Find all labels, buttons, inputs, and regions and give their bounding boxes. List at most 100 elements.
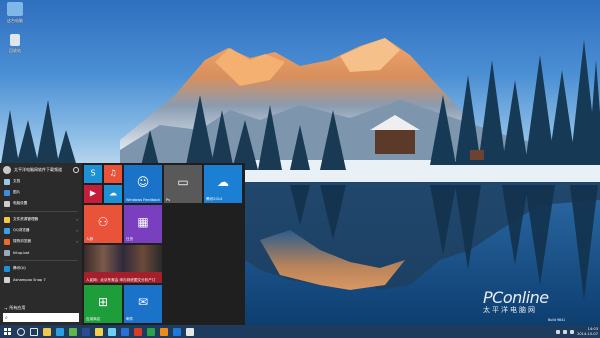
desktop-icon-this-pc[interactable]: 这台电脑: [0, 2, 30, 23]
menu-separator: [4, 211, 78, 212]
start-menu-item[interactable]: QQ浏览器 ›: [0, 225, 82, 236]
browser-icon: [4, 227, 10, 234]
menu-separator: [4, 260, 78, 261]
taskbar-app-button[interactable]: [92, 325, 105, 338]
start-button[interactable]: [0, 325, 14, 338]
tile-folder[interactable]: ▭ Ps: [164, 165, 202, 203]
tile-label: Windows Feedback: [126, 198, 161, 202]
tile-mail[interactable]: ✉ 邮件: [124, 285, 162, 323]
watermark: PConline 太平洋电脑网: [483, 288, 598, 322]
app-icon: [185, 327, 194, 336]
start-menu-item[interactable]: 文档: [0, 176, 82, 187]
browser-icon: [4, 238, 10, 245]
computer-icon: [7, 2, 23, 16]
chevron-right-icon[interactable]: ›: [76, 217, 78, 222]
desktop-icon-recycle-bin[interactable]: 回收站: [0, 34, 30, 53]
tile-label: 邮件: [126, 317, 134, 321]
explorer-icon: [42, 327, 51, 336]
tile-skype[interactable]: S: [84, 165, 102, 183]
taskbar-app-button[interactable]: [79, 325, 92, 338]
user-account[interactable]: 太平洋电脑网软件下载频道: [0, 163, 82, 176]
build-text: Build 9841: [548, 318, 566, 322]
app-icon: [146, 327, 155, 336]
app-icon: [120, 327, 129, 336]
chevron-right-icon[interactable]: ›: [76, 228, 78, 233]
start-menu-item-label: hitup.bat: [13, 250, 30, 255]
arrow-right-icon: →: [4, 305, 8, 311]
onedrive-icon: ☁: [109, 188, 117, 198]
start-menu-item-label: 图片: [13, 190, 21, 194]
store-icon: ⊞: [97, 295, 109, 310]
start-menu-item[interactable]: 图片: [0, 187, 82, 198]
snap-icon: [4, 276, 10, 283]
tile-calendar[interactable]: ▦ 日历: [124, 205, 162, 243]
app-icon: [107, 327, 116, 336]
start-menu-item-label: 文件资源管理器: [13, 217, 39, 221]
taskbar-app-button[interactable]: [105, 325, 118, 338]
recycle-bin-icon: [10, 34, 20, 46]
tile-feedback[interactable]: ☺ Windows Feedback: [124, 165, 162, 203]
app-icon: [94, 327, 103, 336]
start-menu-item[interactable]: hitup.bat: [0, 247, 82, 258]
tile-people[interactable]: ⚇ 人脉: [84, 205, 122, 243]
task-view-icon: [29, 327, 38, 336]
people-icon: ⚇: [97, 215, 109, 230]
power-icon[interactable]: [73, 166, 79, 173]
network-icon[interactable]: [556, 329, 561, 334]
app-icon: [159, 327, 168, 336]
mail-icon: ✉: [137, 295, 149, 310]
taskbar-app-button[interactable]: [66, 325, 79, 338]
taskbar-app-button[interactable]: [144, 325, 157, 338]
start-menu-item[interactable]: 电脑设置: [0, 198, 82, 209]
tile-news[interactable]: 人民网：北京冬奥会 申办到底图文分析产订: [84, 245, 162, 283]
taskbar-app-button[interactable]: [157, 325, 170, 338]
search-input[interactable]: ⌕: [3, 313, 79, 322]
ie-icon: [55, 327, 64, 336]
volume-icon[interactable]: [563, 329, 568, 334]
system-tray: 14:03 2014-10-07: [556, 325, 598, 338]
taskbar-app-button[interactable]: [131, 325, 144, 338]
photoshop-icon: [81, 327, 90, 336]
tile-cloud[interactable]: ☁ 腾讯2014: [204, 165, 242, 203]
search-icon: ⌕: [5, 314, 8, 321]
tile-label: 应用商店: [86, 317, 101, 321]
start-menu-item[interactable]: 腾讯QQ: [0, 263, 82, 274]
clock-date: 2014-10-07: [577, 331, 598, 336]
settings-icon: [4, 200, 10, 207]
start-menu-tiles: S ♫ ☺ Windows Feedback ▭ Ps ☁ 腾讯2014 ▶ ☁ ⚇ 人脉 ▦ 日历人民网…: [84, 165, 244, 323]
tile-label: 人脉: [86, 237, 94, 241]
taskbar-app-button[interactable]: [118, 325, 131, 338]
tile-label: 腾讯2014: [206, 197, 223, 201]
avatar: [3, 165, 11, 174]
tile-onedrive[interactable]: ☁: [104, 185, 122, 203]
qq-icon: [4, 265, 10, 272]
taskbar-app-button[interactable]: [53, 325, 66, 338]
tile-store[interactable]: ⊞ 应用商店: [84, 285, 122, 323]
taskbar-app-button[interactable]: [14, 325, 27, 338]
clock[interactable]: 14:03 2014-10-07: [577, 327, 598, 336]
desktop-icon-label: 回收站: [9, 48, 21, 53]
all-apps-button[interactable]: → 所有应用: [4, 305, 25, 311]
file-icon: [4, 249, 10, 256]
start-menu-item-label: 腾讯QQ: [13, 266, 26, 270]
action-center-icon[interactable]: [570, 329, 575, 334]
taskbar-app-button[interactable]: [40, 325, 53, 338]
tile-video[interactable]: ▶: [84, 185, 102, 203]
chat-icon: [68, 327, 77, 336]
start-menu-item[interactable]: Ashampoo Snap 7: [0, 274, 82, 285]
feedback-icon: ☺: [136, 175, 150, 190]
document-icon: [4, 178, 10, 185]
taskbar-app-button[interactable]: [183, 325, 196, 338]
tile-label: 日历: [126, 237, 134, 241]
taskbar-app-button[interactable]: [170, 325, 183, 338]
taskbar-app-button[interactable]: [27, 325, 40, 338]
start-menu-item-label: Ashampoo Snap 7: [13, 277, 46, 282]
desktop-icon-label: 这台电脑: [7, 18, 23, 23]
start-menu-item[interactable]: 文件资源管理器 ›: [0, 214, 82, 225]
tile-music[interactable]: ♫: [104, 165, 122, 183]
start-menu-item[interactable]: 搜狗浏览器 ›: [0, 236, 82, 247]
chevron-right-icon[interactable]: ›: [76, 239, 78, 244]
video-icon: ▶: [89, 188, 97, 198]
skype-icon: S: [90, 168, 96, 178]
calendar-icon: ▦: [137, 215, 149, 230]
